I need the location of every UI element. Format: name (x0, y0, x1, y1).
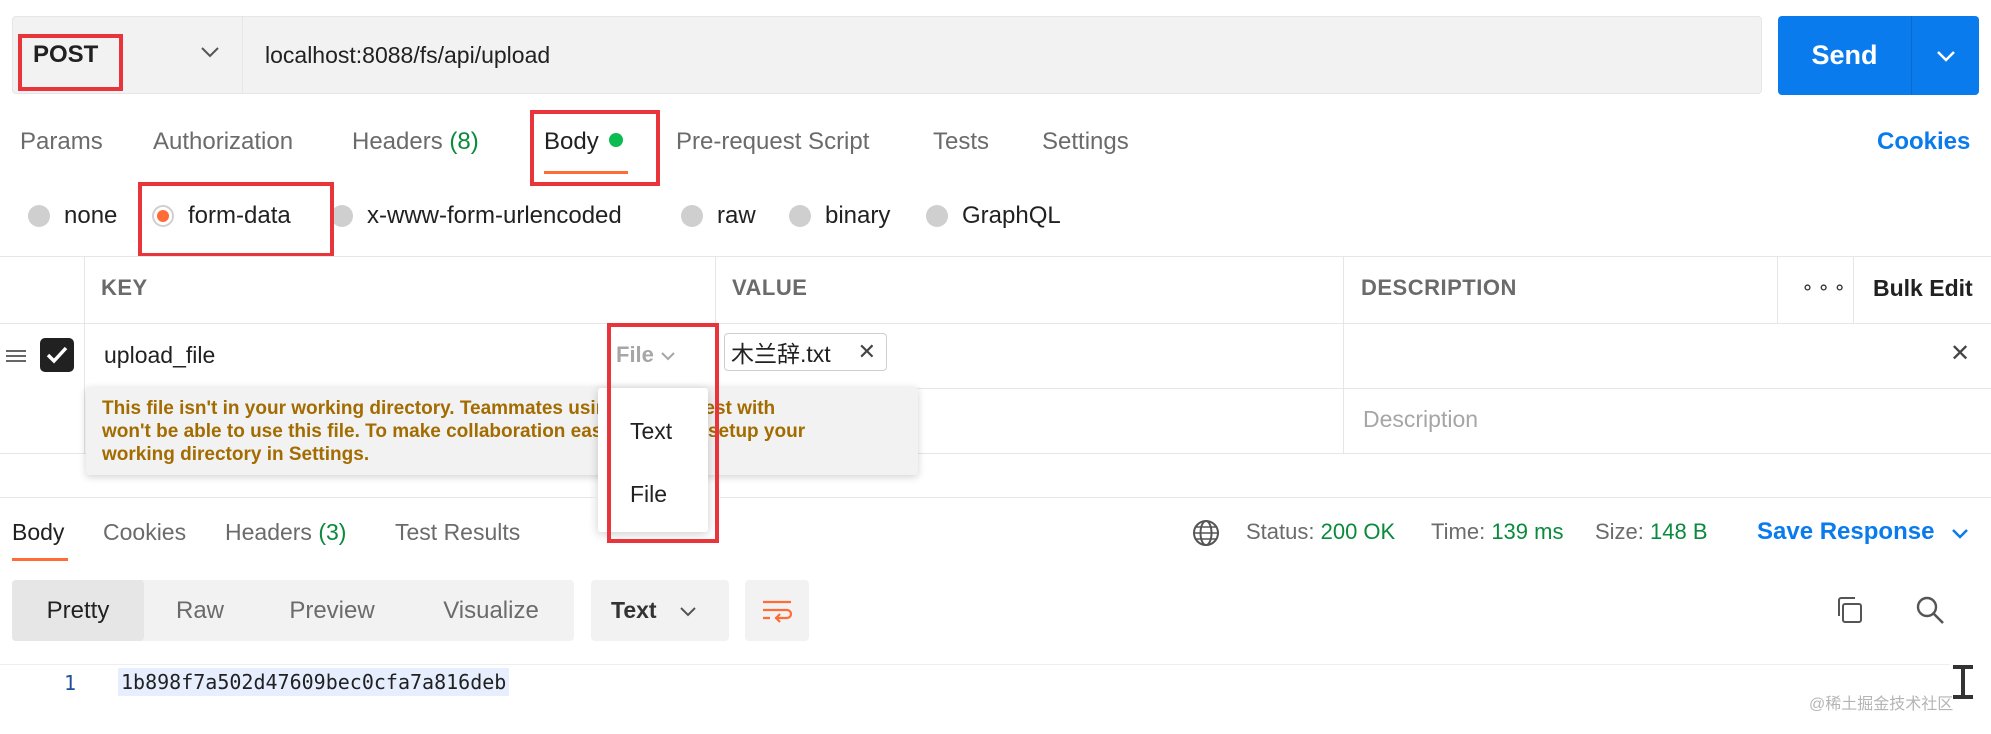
view-mode-preview[interactable]: Preview (256, 580, 408, 641)
column-header-value: VALUE (732, 275, 808, 300)
highlight-method (18, 34, 123, 91)
response-tab-headers[interactable]: Headers (3) (225, 519, 346, 546)
response-divider (720, 497, 1991, 498)
column-header-description: DESCRIPTION (1361, 275, 1517, 300)
bulk-edit-button[interactable]: Bulk Edit (1873, 275, 1973, 302)
view-mode-visualize[interactable]: Visualize (408, 580, 574, 641)
table-header-border (0, 323, 1991, 324)
radio-circle (789, 205, 811, 227)
send-button-group: Send (1778, 16, 1979, 95)
column-header-key: KEY (101, 275, 148, 300)
radio-none[interactable]: none (28, 202, 117, 230)
radio-urlencoded-label: x-www-form-urlencoded (367, 202, 622, 229)
chevron-down-icon (201, 47, 219, 58)
radio-circle (28, 205, 50, 227)
tab-prerequest-script[interactable]: Pre-request Script (676, 128, 869, 156)
response-tab-test-results[interactable]: Test Results (395, 519, 520, 546)
response-tab-headers-label: Headers (225, 519, 312, 545)
highlight-form-data (138, 182, 334, 257)
row-key-input[interactable]: upload_file (104, 342, 215, 369)
radio-none-label: none (64, 202, 118, 229)
view-mode-selector: Pretty Raw Preview Visualize (12, 580, 574, 641)
table-col-divider (1777, 256, 1778, 323)
tab-tests[interactable]: Tests (933, 128, 989, 156)
tab-headers[interactable]: Headers (8) (352, 128, 479, 156)
text-cursor-icon (1950, 664, 1976, 700)
table-top-border (0, 256, 1991, 257)
row-enable-checkbox[interactable] (40, 338, 74, 372)
size-label: Size: (1595, 519, 1644, 544)
file-chip[interactable]: 木兰辞.txt ✕ (724, 333, 887, 371)
radio-raw[interactable]: raw (681, 202, 756, 230)
response-tab-body[interactable]: Body (12, 519, 64, 546)
request-url-bar: POST localhost:8088/fs/api/upload (12, 16, 1762, 94)
radio-x-www-form-urlencoded[interactable]: x-www-form-urlencoded (331, 202, 622, 230)
url-input[interactable]: localhost:8088/fs/api/upload (243, 17, 1761, 93)
remove-file-icon[interactable]: ✕ (858, 339, 876, 365)
response-tab-underline (12, 558, 68, 561)
view-mode-raw[interactable]: Raw (144, 580, 256, 641)
radio-circle (331, 205, 353, 227)
line-number: 1 (64, 671, 77, 695)
highlight-body-tab (530, 110, 660, 186)
wrap-lines-button[interactable] (745, 580, 809, 641)
working-directory-warning: This file isn't in your working director… (86, 387, 918, 475)
response-time: Time: 139 ms (1431, 519, 1563, 545)
response-tab-headers-count: (3) (318, 519, 347, 545)
chevron-down-icon (1936, 50, 1955, 62)
table-col-divider (1343, 256, 1344, 453)
delete-row-icon[interactable]: ✕ (1950, 339, 1970, 368)
cookies-link[interactable]: Cookies (1877, 128, 1970, 156)
radio-circle (681, 205, 703, 227)
file-name: 木兰辞.txt (731, 341, 831, 367)
chevron-down-icon (679, 606, 696, 616)
response-divider (0, 497, 596, 498)
size-value: 148 B (1650, 519, 1708, 544)
tab-settings[interactable]: Settings (1042, 128, 1129, 156)
search-icon[interactable] (1914, 594, 1946, 626)
radio-circle (926, 205, 948, 227)
check-icon (46, 346, 68, 364)
tab-headers-count: (8) (449, 128, 479, 155)
watermark: @稀土掘金技术社区 (1809, 696, 1954, 713)
response-status: Status: 200 OK (1246, 519, 1395, 545)
view-mode-pretty[interactable]: Pretty (12, 580, 144, 641)
response-body-text[interactable]: 1b898f7a502d47609bec0cfa7a816deb (118, 668, 510, 696)
tab-headers-label: Headers (352, 128, 443, 155)
time-label: Time: (1431, 519, 1486, 544)
chevron-down-icon (1952, 529, 1968, 539)
radio-binary[interactable]: binary (789, 202, 890, 230)
warning-line: working directory in Settings. (102, 444, 370, 465)
table-col-divider (84, 256, 85, 453)
description-input[interactable]: Description (1363, 406, 1478, 433)
response-tab-cookies[interactable]: Cookies (103, 519, 186, 546)
status-label: Status: (1246, 519, 1315, 544)
postman-request-view: POST localhost:8088/fs/api/upload Send P… (0, 0, 1991, 734)
format-select[interactable]: Text (591, 580, 729, 641)
table-col-divider (1853, 256, 1854, 323)
response-size: Size: 148 B (1595, 519, 1708, 545)
tab-params[interactable]: Params (20, 128, 103, 156)
more-options-icon[interactable]: ⚬⚬⚬ (1800, 278, 1848, 299)
time-value: 139 ms (1491, 519, 1564, 544)
radio-binary-label: binary (825, 202, 891, 229)
radio-graphql[interactable]: GraphQL (926, 202, 1061, 230)
warning-line: won't be able to use this file. To make … (102, 421, 806, 442)
save-response-button[interactable]: Save Response (1757, 518, 1969, 546)
save-response-label: Save Response (1757, 518, 1935, 545)
warning-line: This file isn't in your working director… (102, 398, 776, 419)
send-button[interactable]: Send (1778, 16, 1912, 95)
format-label: Text (611, 597, 657, 623)
radio-raw-label: raw (717, 202, 756, 229)
drag-handle-icon[interactable] (5, 345, 27, 367)
highlight-type-dropdown (607, 323, 719, 543)
wrap-lines-icon (763, 600, 793, 623)
status-value: 200 OK (1320, 519, 1396, 544)
copy-icon[interactable] (1833, 594, 1865, 626)
globe-icon[interactable] (1191, 518, 1221, 548)
tab-authorization[interactable]: Authorization (153, 128, 293, 156)
send-options-button[interactable] (1912, 16, 1979, 95)
url-text: localhost:8088/fs/api/upload (265, 41, 551, 68)
radio-graphql-label: GraphQL (962, 202, 1061, 229)
